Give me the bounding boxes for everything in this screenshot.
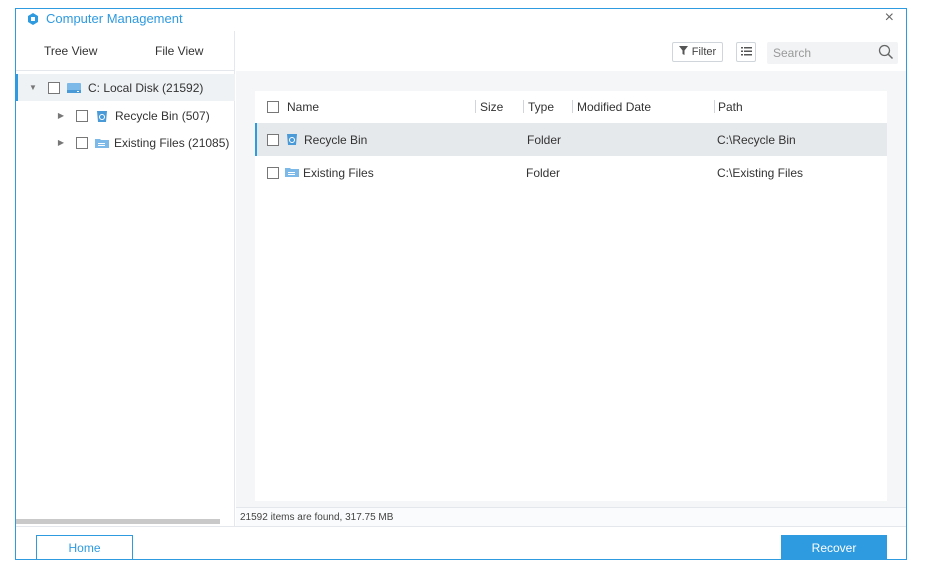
status-bar: 21592 items are found, 317.75 MB — [236, 507, 906, 526]
column-header-path[interactable]: Path — [718, 100, 743, 114]
tree-item-label: Recycle Bin (507) — [115, 108, 210, 123]
column-header-size[interactable]: Size — [480, 100, 503, 114]
search-box — [767, 42, 898, 64]
cell-path: C:\Existing Files — [717, 166, 804, 180]
window-title: Computer Management — [46, 11, 183, 26]
table-row[interactable]: Existing Files Folder C:\Existing Files — [255, 156, 887, 189]
checkbox[interactable] — [48, 81, 60, 94]
computer-management-window: Computer Management × Tree View File Vie… — [15, 8, 907, 560]
cell-type: Folder — [526, 166, 561, 180]
footer: Home Recover — [16, 526, 906, 559]
column-divider[interactable] — [714, 100, 715, 113]
row-checkbox[interactable] — [267, 167, 279, 179]
column-header-modified-date[interactable]: Modified Date — [577, 100, 651, 114]
expand-arrow-icon[interactable]: ▶ — [56, 138, 66, 147]
column-divider[interactable] — [572, 100, 573, 113]
tree-item-label: C: Local Disk (21592) — [88, 80, 204, 95]
view-tabs: Tree View File View — [16, 31, 235, 71]
file-grid: Name Size Type Modified Date Path Recycl… — [255, 91, 887, 501]
title-bar: Computer Management × — [16, 9, 906, 31]
filter-button[interactable]: Filter — [672, 42, 723, 62]
drive-icon — [66, 81, 82, 95]
expand-arrow-icon[interactable]: ▶ — [56, 111, 66, 120]
list-icon — [740, 45, 752, 59]
column-header-type[interactable]: Type — [528, 100, 554, 114]
filter-icon — [678, 46, 688, 58]
tab-file-view[interactable]: File View — [155, 44, 203, 58]
checkbox[interactable] — [76, 109, 88, 122]
recycle-bin-icon — [94, 109, 110, 123]
tree-pane: Tree View File View ▼ C: Local Disk (215… — [16, 31, 235, 526]
recycle-bin-icon — [284, 132, 300, 149]
cell-name: Existing Files — [303, 166, 374, 180]
grid-header: Name Size Type Modified Date Path — [255, 91, 887, 123]
list-view-button[interactable] — [736, 42, 756, 62]
table-row[interactable]: Recycle Bin Folder C:\Recycle Bin — [255, 123, 887, 156]
checkbox[interactable] — [76, 136, 88, 149]
cell-path: C:\Recycle Bin — [717, 133, 796, 147]
horizontal-scrollbar[interactable] — [16, 519, 220, 524]
folder-icon — [284, 165, 300, 182]
expand-arrow-icon[interactable]: ▼ — [28, 83, 38, 92]
search-icon[interactable] — [878, 44, 894, 63]
column-divider[interactable] — [475, 100, 476, 113]
app-logo-icon — [26, 12, 40, 26]
row-checkbox[interactable] — [267, 134, 279, 146]
tree-item-local-disk[interactable]: ▼ C: Local Disk (21592) — [16, 74, 235, 101]
column-header-name[interactable]: Name — [287, 100, 319, 114]
filter-label: Filter — [691, 46, 717, 58]
cell-type: Folder — [527, 133, 562, 147]
column-divider[interactable] — [523, 100, 524, 113]
home-button[interactable]: Home — [36, 535, 133, 559]
tree-item-recycle-bin[interactable]: ▶ Recycle Bin (507) — [16, 102, 235, 129]
select-all-checkbox[interactable] — [267, 101, 279, 113]
tree-item-label: Existing Files (21085) — [114, 135, 230, 150]
search-input[interactable] — [773, 45, 873, 61]
tab-tree-view[interactable]: Tree View — [44, 44, 97, 58]
tree-item-existing-files[interactable]: ▶ Existing Files (21085) — [16, 129, 235, 156]
folder-icon — [94, 136, 110, 150]
cell-name: Recycle Bin — [304, 133, 368, 147]
toolbar: Filter — [236, 31, 906, 71]
file-list-pane: Filter Name Size Type — [236, 31, 906, 526]
recover-button[interactable]: Recover — [781, 535, 887, 559]
close-icon[interactable]: × — [885, 9, 894, 27]
